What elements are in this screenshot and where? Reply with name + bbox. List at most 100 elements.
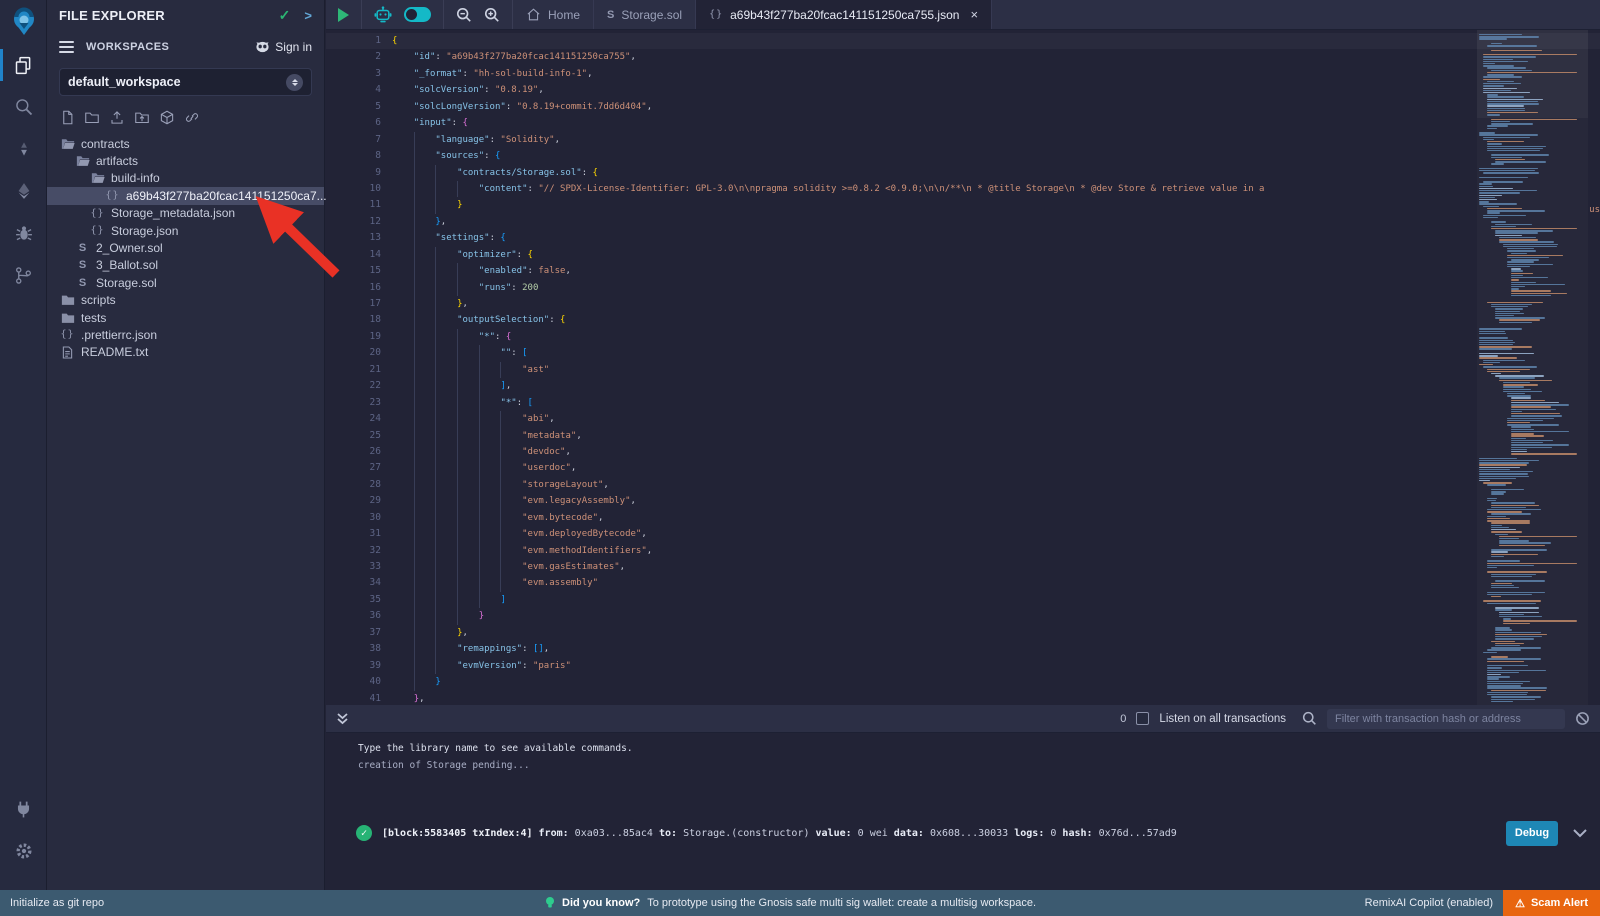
tx-expand-chevron-icon[interactable]	[1572, 828, 1588, 838]
publish-box-icon[interactable]	[159, 110, 175, 125]
json-icon: {}	[90, 208, 105, 219]
code-line-23: 23"*": [	[326, 395, 1600, 411]
activity-item-file-explorer[interactable]	[0, 44, 47, 86]
line-number: 11	[326, 197, 392, 213]
remix-ide-window: FILE EXPLORER ✓ > WORKSPACES Sign in def…	[0, 0, 1600, 916]
block-slash-icon[interactable]	[1575, 711, 1590, 726]
activity-item-deploy-run[interactable]	[0, 170, 47, 212]
tab-a69b43f277ba20fcac141151250ca755-json[interactable]: {}a69b43f277ba20fcac141151250ca755.json×	[696, 0, 992, 29]
link-icon[interactable]	[184, 110, 200, 125]
zoom-in-icon[interactable]	[484, 7, 500, 23]
terminal-body[interactable]: Type the library name to see available c…	[326, 733, 1600, 890]
run-script-button[interactable]	[338, 8, 349, 22]
code-line-27: 27"userdoc",	[326, 460, 1600, 476]
folder-open-icon	[90, 172, 105, 184]
code-line-32: 32"evm.methodIdentifiers",	[326, 543, 1600, 559]
line-number: 36	[326, 608, 392, 624]
tree-item-scripts[interactable]: scripts	[47, 292, 324, 309]
line-number: 2	[326, 49, 392, 65]
git-init-status-item[interactable]: Initialize as git repo	[0, 897, 114, 909]
panel-title: FILE EXPLORER	[59, 8, 279, 23]
scam-alert-button[interactable]: ⚠ Scam Alert	[1503, 890, 1600, 916]
editor-minimap[interactable]	[1477, 30, 1588, 705]
remixai-toggle[interactable]	[404, 7, 431, 22]
code-line-2: 2"id": "a69b43f277ba20fcac141151250ca755…	[326, 49, 1600, 65]
terminal-collapse-icon[interactable]	[336, 712, 349, 726]
listen-all-checkbox[interactable]	[1136, 712, 1149, 725]
line-number: 30	[326, 510, 392, 526]
tree-item-a69b43f277ba20fcac141151250ca7-[interactable]: {}a69b43f277ba20fcac141151250ca7...	[47, 187, 324, 204]
code-line-6: 6"input": {	[326, 115, 1600, 131]
line-number: 19	[326, 329, 392, 345]
upload-folder-icon[interactable]	[134, 110, 150, 125]
activity-item-search[interactable]	[0, 86, 47, 128]
line-number: 14	[326, 247, 392, 263]
tree-item-storage-json[interactable]: {}Storage.json	[47, 222, 324, 239]
sign-in-button[interactable]: Sign in	[255, 40, 312, 54]
tree-item-storage-sol[interactable]: SStorage.sol	[47, 274, 324, 291]
code-line-13: 13"settings": {	[326, 230, 1600, 246]
code-line-8: 8"sources": {	[326, 148, 1600, 164]
line-number: 40	[326, 674, 392, 690]
tree-item-2-owner-sol[interactable]: S2_Owner.sol	[47, 239, 324, 256]
code-line-12: 12},	[326, 214, 1600, 230]
solidity-icon: S	[607, 9, 614, 21]
line-number: 21	[326, 362, 392, 378]
code-line-18: 18"outputSelection": {	[326, 312, 1600, 328]
line-number: 33	[326, 559, 392, 575]
activity-item-plugin-manager[interactable]	[0, 788, 47, 830]
check-icon: ✓	[279, 7, 291, 24]
line-number: 1	[326, 33, 392, 49]
code-line-29: 29"evm.legacyAssembly",	[326, 493, 1600, 509]
code-editor[interactable]: 1{2"id": "a69b43f277ba20fcac141151250ca7…	[326, 30, 1600, 705]
tree-item-3-ballot-sol[interactable]: S3_Ballot.sol	[47, 257, 324, 274]
tab-storage-sol[interactable]: SStorage.sol	[594, 0, 696, 29]
tree-item-build-info[interactable]: build-info	[47, 170, 324, 187]
terminal-search-icon[interactable]	[1302, 711, 1317, 726]
code-line-15: 15"enabled": false,	[326, 263, 1600, 279]
create-folder-icon[interactable]	[84, 110, 100, 125]
transaction-filter-input[interactable]	[1327, 709, 1565, 729]
tip-title: Did you know?	[562, 897, 640, 909]
tree-item-tests[interactable]: tests	[47, 309, 324, 326]
zoom-out-icon[interactable]	[456, 7, 472, 23]
code-line-25: 25"metadata",	[326, 428, 1600, 444]
code-line-9: 9"contracts/Storage.sol": {	[326, 165, 1600, 181]
debug-button[interactable]: Debug	[1506, 821, 1558, 846]
remix-logo-icon[interactable]	[0, 0, 47, 44]
line-number: 3	[326, 66, 392, 82]
line-number: 7	[326, 132, 392, 148]
tree-item-readme-txt[interactable]: README.txt	[47, 344, 324, 361]
code-line-35: 35]	[326, 592, 1600, 608]
code-line-3: 3"_format": "hh-sol-build-info-1",	[326, 66, 1600, 82]
copilot-status-item[interactable]: RemixAI Copilot (enabled)	[1365, 897, 1493, 909]
activity-item-debugger[interactable]	[0, 212, 47, 254]
line-number: 37	[326, 625, 392, 641]
line-number: 5	[326, 99, 392, 115]
tree-item-artifacts[interactable]: artifacts	[47, 152, 324, 169]
remixai-robot-icon[interactable]	[374, 6, 392, 23]
tab-close-icon[interactable]: ×	[970, 7, 978, 22]
line-number: 4	[326, 82, 392, 98]
create-file-icon[interactable]	[60, 110, 75, 125]
line-number: 16	[326, 280, 392, 296]
code-line-36: 36}	[326, 608, 1600, 624]
activity-item-git[interactable]	[0, 254, 47, 296]
tx-summary: [block:5583405 txIndex:4] from: 0xa03...…	[382, 828, 1496, 839]
tree-item-contracts[interactable]: contracts	[47, 135, 324, 152]
activity-item-solidity-compiler[interactable]	[0, 128, 47, 170]
tree-item-storage-metadata-json[interactable]: {}Storage_metadata.json	[47, 205, 324, 222]
tree-item-label: Storage.sol	[96, 276, 157, 290]
tree-item--prettierrc-json[interactable]: {}.prettierrc.json	[47, 326, 324, 343]
transaction-log-row[interactable]: ✓ [block:5583405 txIndex:4] from: 0xa03.…	[356, 819, 1588, 847]
tab-home[interactable]: Home	[513, 0, 594, 29]
workspace-select[interactable]: default_workspace	[59, 68, 312, 96]
tree-item-label: scripts	[81, 293, 116, 307]
hamburger-menu-icon[interactable]	[59, 38, 74, 56]
line-number: 9	[326, 165, 392, 181]
activity-item-settings[interactable]	[0, 830, 47, 872]
line-number: 17	[326, 296, 392, 312]
upload-file-icon[interactable]	[109, 110, 125, 125]
chevron-right-icon[interactable]: >	[304, 8, 312, 23]
remixai-controls	[362, 0, 444, 29]
